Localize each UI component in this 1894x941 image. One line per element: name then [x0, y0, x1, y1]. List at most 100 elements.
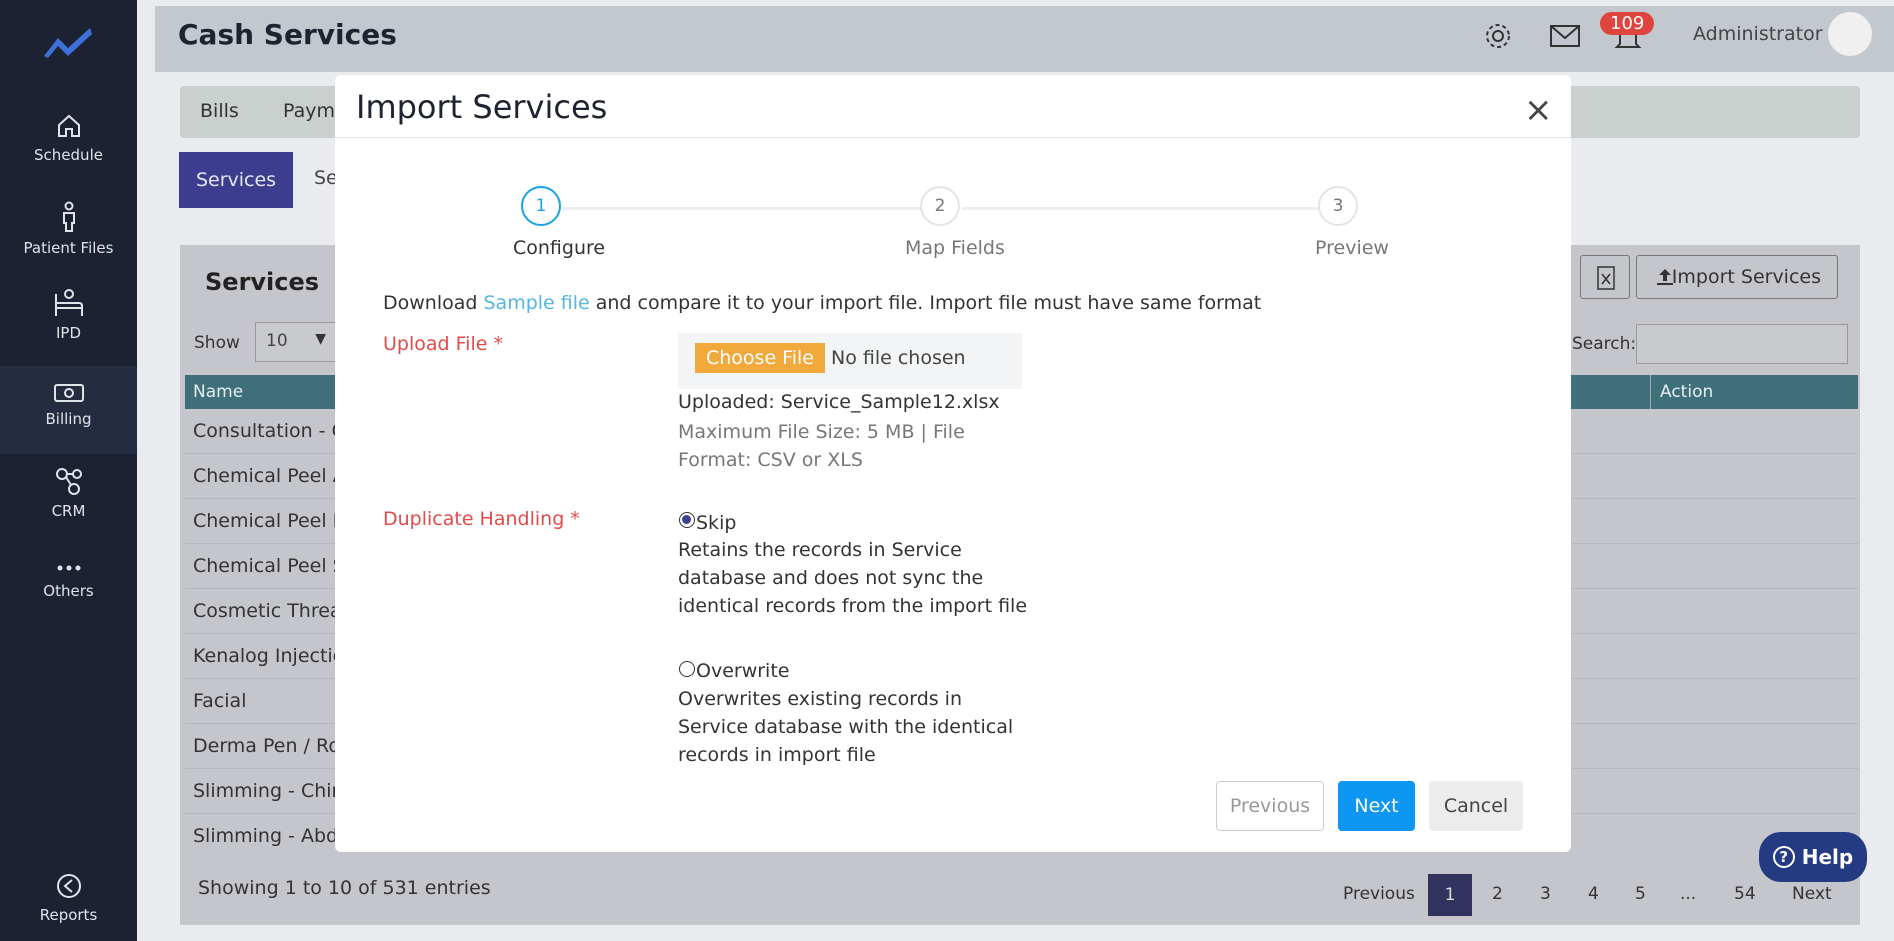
pagination-page-5[interactable]: 5 [1635, 884, 1646, 904]
pagination-page-2[interactable]: 2 [1492, 884, 1503, 904]
search-label: Search: [1572, 334, 1637, 354]
stepper-connector [562, 207, 922, 210]
choose-file-button[interactable]: Choose File [695, 343, 825, 373]
skip-description: Retains the records in Service database … [678, 539, 1028, 617]
sidebar-item-others[interactable]: Others [0, 556, 137, 642]
pagination-page-3[interactable]: 3 [1540, 884, 1551, 904]
close-icon[interactable]: × [1524, 92, 1553, 128]
previous-button[interactable]: Previous [1216, 781, 1324, 831]
import-services-button[interactable]: Import Services [1636, 255, 1838, 299]
step-3-label: Preview [1315, 237, 1389, 259]
sidebar-item-label: Others [43, 582, 94, 600]
sidebar-item-schedule[interactable]: Schedule [0, 112, 137, 198]
upload-icon [1657, 269, 1673, 285]
sidebar-item-reports[interactable]: Reports [0, 872, 137, 941]
table-row[interactable]: Chemical Peel A [193, 465, 346, 487]
sidebar-item-ipd[interactable]: IPD [0, 288, 137, 374]
pagination-page-1[interactable]: 1 [1428, 874, 1472, 916]
table-row[interactable]: Derma Pen / Rol [193, 735, 345, 757]
export-excel-button[interactable] [1580, 255, 1630, 299]
step-1-indicator: 1 [521, 186, 561, 226]
tab-bills[interactable]: Bills [200, 100, 239, 122]
file-requirements: Maximum File Size: 5 MB | File Format: C… [678, 421, 965, 471]
column-divider [1650, 375, 1651, 409]
table-row[interactable]: Slimming - Abdo [193, 825, 350, 847]
pagination-page-4[interactable]: 4 [1588, 884, 1599, 904]
page-size-value: 10 [266, 331, 288, 351]
file-status: No file chosen [831, 347, 966, 369]
section-title: Services [205, 268, 320, 296]
entries-info: Showing 1 to 10 of 531 entries [198, 877, 491, 899]
column-header-name[interactable]: Name [193, 382, 243, 402]
sidebar-item-label: CRM [51, 502, 86, 520]
skip-radio[interactable] [679, 512, 695, 528]
pagination-ellipsis: ... [1680, 884, 1697, 904]
overwrite-radio[interactable] [679, 661, 695, 677]
step-2-indicator: 2 [920, 186, 960, 226]
money-icon [53, 384, 84, 402]
page-size-select[interactable]: 10 ▼ [255, 322, 337, 362]
subtab-services[interactable]: Services [179, 152, 293, 208]
sidebar: Schedule Patient Files IPD Billing CRM O… [0, 0, 137, 941]
more-icon [57, 565, 80, 571]
download-prefix: Download [383, 292, 484, 314]
table-row[interactable]: Chemical Peel Fa [193, 510, 354, 532]
overwrite-description: Overwrites existing records in Service d… [678, 688, 1014, 766]
upload-file-label: Upload File * [383, 333, 503, 355]
table-row[interactable]: Consultation - C [193, 420, 345, 442]
sidebar-item-label: Patient Files [23, 239, 114, 257]
sidebar-item-billing[interactable]: Billing [0, 366, 137, 454]
help-icon: ? [1772, 846, 1795, 868]
excel-icon [1597, 266, 1615, 290]
stepper-connector [962, 207, 1322, 210]
avatar[interactable] [1828, 12, 1872, 56]
overwrite-label[interactable]: Overwrite [696, 660, 789, 682]
column-header-action[interactable]: Action [1660, 382, 1713, 402]
help-button[interactable]: ? Help [1759, 832, 1867, 882]
user-name[interactable]: Administrator [1693, 23, 1823, 45]
sidebar-item-label: IPD [55, 324, 82, 342]
gear-icon[interactable] [1484, 22, 1512, 50]
table-row[interactable]: Slimming - Chin [193, 780, 344, 802]
reports-icon [56, 874, 81, 898]
next-button[interactable]: Next [1338, 781, 1415, 831]
search-input[interactable] [1636, 324, 1848, 364]
app-logo-icon[interactable] [40, 22, 96, 62]
duplicate-handling-label: Duplicate Handling * [383, 508, 580, 530]
sidebar-item-patient-files[interactable]: Patient Files [0, 201, 137, 287]
sample-file-link[interactable]: Sample file [483, 292, 589, 314]
import-services-label: Import Services [1671, 266, 1821, 288]
show-label: Show [194, 333, 240, 353]
uploaded-file-name: Uploaded: Service_Sample12.xlsx [678, 391, 1000, 413]
table-row[interactable]: Facial [193, 690, 246, 712]
mail-icon[interactable] [1549, 24, 1581, 48]
step-2-label: Map Fields [905, 237, 1005, 259]
tab-payments[interactable]: Paym [283, 100, 335, 122]
sidebar-item-label: Billing [45, 410, 92, 428]
table-row[interactable]: Kenalog Injection [193, 645, 356, 667]
modal-title: Import Services [356, 88, 608, 126]
modal-divider [335, 137, 1571, 138]
pagination-previous[interactable]: Previous [1343, 884, 1415, 904]
cancel-button[interactable]: Cancel [1429, 781, 1523, 831]
skip-label[interactable]: Skip [696, 512, 736, 534]
page-title: Cash Services [178, 18, 397, 51]
step-1-label: Configure [513, 237, 606, 259]
crm-icon [55, 468, 82, 495]
sidebar-item-crm[interactable]: CRM [0, 466, 137, 552]
table-row[interactable]: Cosmetic Threac [193, 600, 352, 622]
step-3-indicator: 3 [1318, 186, 1358, 226]
bed-icon [54, 289, 83, 316]
home-icon [57, 114, 80, 137]
download-instructions: Download Sample file and compare it to y… [383, 292, 1261, 314]
table-row[interactable]: Chemical Peel S [193, 555, 345, 577]
chevron-down-icon: ▼ [315, 331, 326, 347]
sidebar-item-label: Schedule [34, 146, 103, 164]
pagination-next[interactable]: Next [1792, 884, 1832, 904]
sidebar-item-label: Reports [39, 906, 98, 924]
notification-badge: 109 [1600, 12, 1655, 35]
pagination-page-54[interactable]: 54 [1734, 884, 1756, 904]
download-suffix: and compare it to your import file. Impo… [589, 292, 1262, 314]
person-icon [62, 201, 75, 232]
help-label: Help [1801, 845, 1854, 869]
